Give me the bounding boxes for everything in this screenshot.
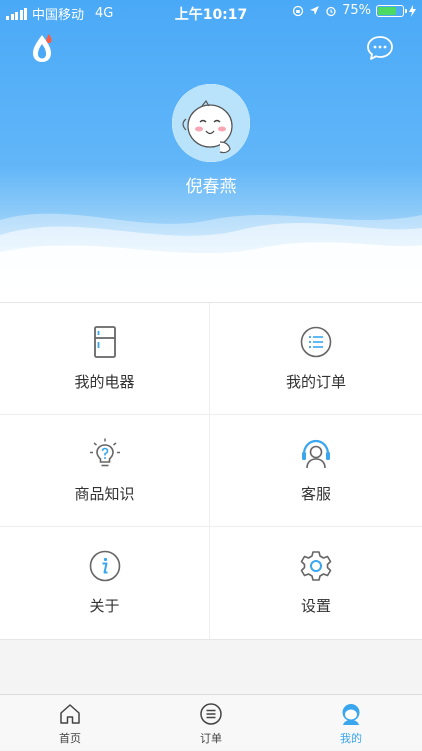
menu-item-label: 客服 [300,485,331,503]
battery-percent: 75% [342,3,371,18]
headset-icon [302,439,330,469]
menu-item-product-knowledge[interactable]: 商品知识 [0,415,210,527]
tab-orders[interactable]: 订单 [161,695,261,751]
menu-item-customer-service[interactable]: 客服 [210,415,422,527]
tab-home[interactable]: 首页 [20,695,120,751]
username: 倪春燕 [185,177,237,197]
rotation-lock-icon [292,5,304,16]
menu-grid: 我的电器 我的订单 商品知识 客服 关于 设置 [0,302,422,640]
menu-item-label: 设置 [300,597,331,615]
status-bar: 中国移动 4G 上午10:17 75% [0,0,422,24]
user-icon [342,704,360,725]
fridge-icon [93,326,116,358]
home-icon [60,704,80,724]
water-drop-icon [33,34,52,62]
charging-bolt-icon [409,4,416,17]
gear-icon [300,551,332,581]
info-icon [89,550,120,582]
menu-item-about[interactable]: 关于 [0,527,210,639]
tab-label: 首页 [59,732,81,745]
menu-item-label: 商品知识 [74,485,135,503]
menu-item-my-orders[interactable]: 我的订单 [210,303,422,415]
wave-decoration [0,213,422,302]
tab-label: 我的 [340,732,362,745]
avatar[interactable] [172,84,250,162]
avatar-image [172,84,250,162]
tab-label: 订单 [200,732,222,745]
menu-item-label: 我的订单 [285,373,346,391]
location-arrow-icon [310,6,320,15]
alarm-clock-icon [326,6,336,16]
tab-bar: 首页 订单 我的 [0,694,422,750]
menu-item-settings[interactable]: 设置 [210,527,422,639]
list-icon [200,703,222,725]
chat-bubble-icon[interactable] [366,34,394,62]
menu-item-my-appliances[interactable]: 我的电器 [0,303,210,415]
battery-icon [376,4,407,17]
tab-mine[interactable]: 我的 [301,695,401,751]
menu-item-label: 关于 [89,597,120,615]
list-icon [300,326,332,358]
lightbulb-question-icon [89,438,120,467]
menu-item-label: 我的电器 [74,373,135,391]
profile-header: 中国移动 4G 上午10:17 75% 倪春燕 [0,0,422,302]
